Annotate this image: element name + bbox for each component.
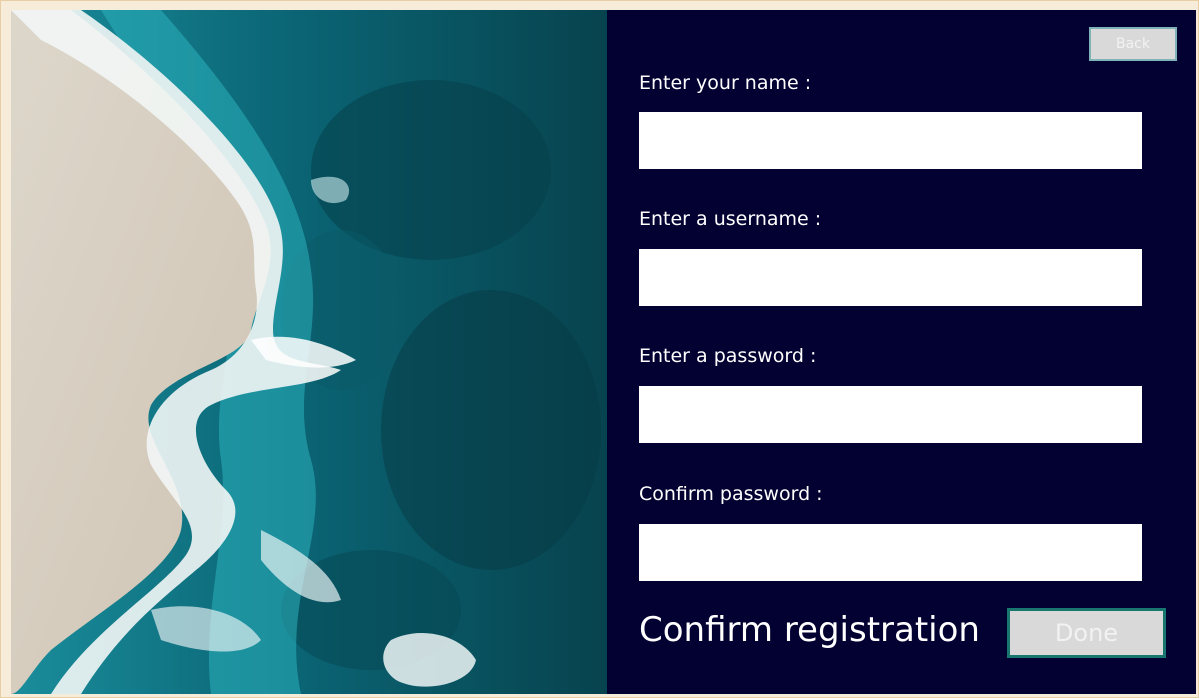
password-input[interactable]: [639, 386, 1142, 443]
name-label: Enter your name :: [639, 72, 812, 94]
confirm-password-label: Confirm password :: [639, 483, 823, 505]
username-label: Enter a username :: [639, 208, 822, 230]
confirm-registration-label: Confirm registration: [639, 610, 980, 650]
beach-aerial-image: [11, 10, 607, 694]
done-button[interactable]: Done: [1007, 608, 1166, 658]
registration-window: Back Enter your name : Enter a username …: [0, 0, 1199, 698]
confirm-password-input[interactable]: [639, 524, 1142, 581]
back-button[interactable]: Back: [1089, 27, 1177, 61]
password-label: Enter a password :: [639, 345, 817, 367]
name-input[interactable]: [639, 112, 1142, 169]
username-input[interactable]: [639, 249, 1142, 306]
registration-panel: Back Enter your name : Enter a username …: [607, 10, 1196, 694]
